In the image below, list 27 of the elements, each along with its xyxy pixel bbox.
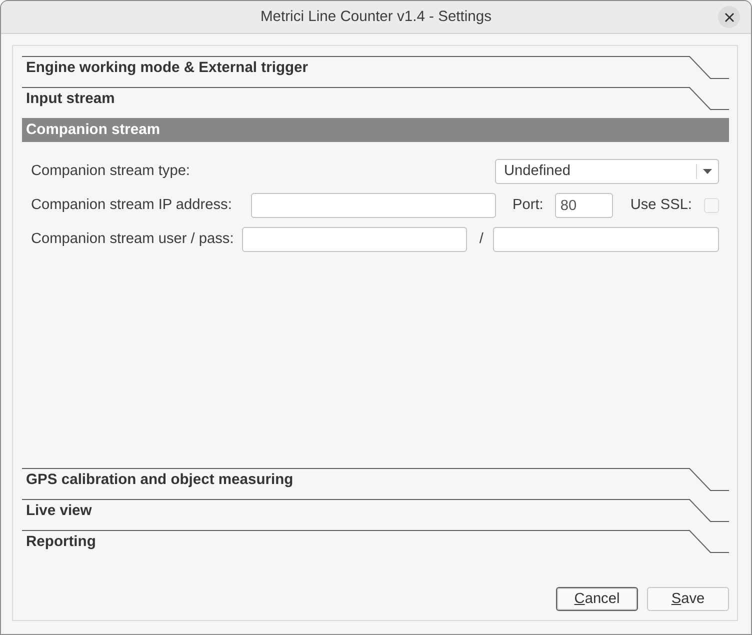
section-tab[interactable]: Engine working mode & External trigger	[22, 56, 729, 87]
tab-corner-drawing	[689, 56, 729, 79]
field-label: /	[479, 230, 484, 249]
close-icon	[724, 12, 734, 22]
text-field[interactable]: 80	[555, 193, 614, 218]
field-label: Use SSL:	[630, 196, 692, 215]
field-label: Companion stream type:	[31, 162, 190, 181]
section-tab[interactable]: Live view	[22, 499, 729, 530]
text-field[interactable]	[493, 227, 719, 252]
field-label: Companion stream user / pass:	[31, 230, 234, 249]
dialog-button[interactable]: Cancel	[556, 587, 638, 611]
section-tab[interactable]: Reporting	[22, 530, 729, 561]
caret-icon	[703, 169, 712, 174]
window-title: Metrici Line Counter v1.4 - Settings	[260, 8, 492, 27]
field-label: Companion stream IP address:	[31, 196, 232, 215]
dropdown[interactable]: Undefined	[495, 159, 719, 184]
text-field[interactable]	[250, 193, 496, 218]
tab-corner-drawing	[689, 468, 729, 491]
tab-corner-drawing	[689, 87, 729, 110]
text-field[interactable]	[242, 227, 468, 252]
dialog-button[interactable]: Save	[647, 587, 729, 611]
section-tab[interactable]: GPS calibration and object measuring	[22, 468, 729, 499]
close-button[interactable]	[718, 6, 740, 28]
tab-corner-drawing	[689, 499, 729, 522]
tab-corner-drawing	[689, 530, 729, 553]
section-tab[interactable]: Companion stream	[22, 118, 729, 142]
field-label: Port:	[512, 196, 544, 215]
